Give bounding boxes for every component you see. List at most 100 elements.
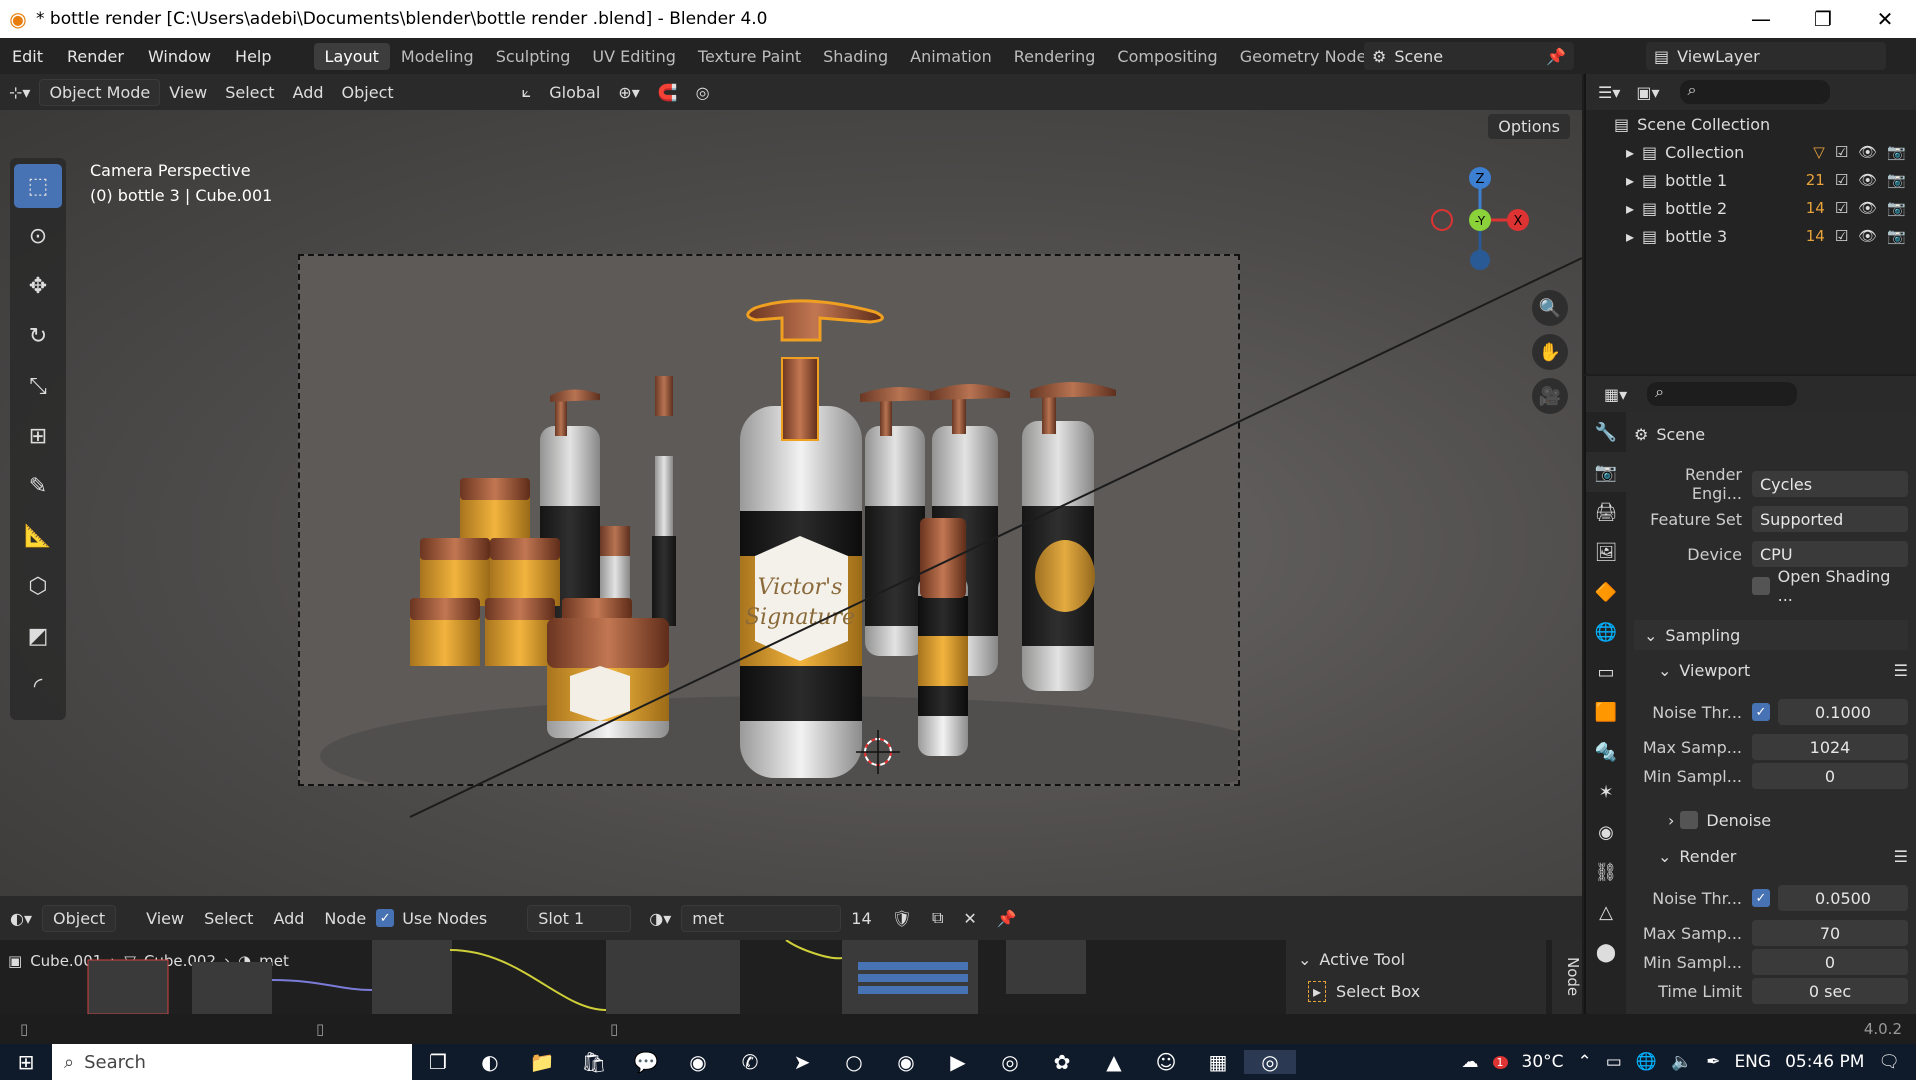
- whatsapp-icon[interactable]: ✆: [724, 1050, 776, 1074]
- properties-editor-icon[interactable]: ▦▾: [1604, 385, 1627, 404]
- tab-modeling[interactable]: Modeling: [390, 43, 485, 70]
- chat-icon[interactable]: 💬: [620, 1050, 672, 1074]
- discord-icon[interactable]: ☺: [1140, 1050, 1192, 1074]
- taskbar-search[interactable]: ⌕ Search: [52, 1044, 412, 1080]
- paint-icon[interactable]: ✿: [1036, 1050, 1088, 1074]
- pan-hand-icon[interactable]: ✋: [1532, 334, 1568, 370]
- constraints-tab-icon[interactable]: ⛓: [1586, 852, 1626, 892]
- duplicate-material-icon[interactable]: ⧉: [922, 905, 953, 931]
- telegram-icon[interactable]: ➤: [776, 1050, 828, 1074]
- device-dropdown[interactable]: CPU: [1752, 541, 1908, 567]
- time-limit-field[interactable]: 0 sec: [1752, 978, 1908, 1004]
- render-subsection[interactable]: ⌄ Render ☰: [1634, 842, 1908, 870]
- particles-tab-icon[interactable]: ✶: [1586, 772, 1626, 812]
- world-tab-icon[interactable]: 🌐: [1586, 612, 1626, 652]
- render-engine-dropdown[interactable]: Cycles: [1752, 471, 1908, 497]
- denoise-checkbox[interactable]: [1680, 811, 1699, 829]
- navigation-gizmo[interactable]: Z X -Y: [1420, 160, 1540, 280]
- exclude-checkbox[interactable]: ☑: [1835, 171, 1848, 189]
- visibility-eye-icon[interactable]: 👁: [1858, 143, 1877, 161]
- blender-active-icon[interactable]: ◎: [1244, 1050, 1296, 1074]
- select-menu[interactable]: Select: [216, 80, 283, 105]
- proportional-icon[interactable]: ◎: [687, 80, 719, 105]
- zoom-icon[interactable]: 🔍: [1532, 290, 1568, 326]
- node-add-menu[interactable]: Add: [263, 906, 314, 931]
- expand-arrow-icon[interactable]: ▸: [1626, 199, 1634, 218]
- unlink-material-icon[interactable]: ✕: [953, 906, 986, 931]
- material-tab-icon[interactable]: ⬤: [1586, 932, 1626, 972]
- edge-icon[interactable]: ◐: [464, 1050, 516, 1074]
- physics-tab-icon[interactable]: ◉: [1586, 812, 1626, 852]
- outliner-scene-collection[interactable]: ▤ Scene Collection: [1586, 110, 1916, 138]
- battery-icon[interactable]: ▭: [1606, 1052, 1622, 1072]
- tool-tab-icon[interactable]: 🔧: [1586, 412, 1626, 452]
- volume-icon[interactable]: 🔈: [1671, 1052, 1692, 1072]
- tab-animation[interactable]: Animation: [899, 43, 1003, 70]
- mode-dropdown[interactable]: Object Mode: [39, 78, 161, 106]
- fake-user-shield-icon[interactable]: 🛡: [882, 906, 922, 931]
- exclude-checkbox[interactable]: ☑: [1835, 227, 1848, 245]
- outliner-editor-icon[interactable]: ☰▾: [1598, 83, 1620, 102]
- render-camera-icon[interactable]: 📷: [1887, 199, 1906, 217]
- opera-icon[interactable]: ○: [828, 1050, 880, 1074]
- sampling-section[interactable]: ⌄ Sampling: [1634, 620, 1908, 650]
- render-camera-icon[interactable]: 📷: [1887, 171, 1906, 189]
- material-name-field[interactable]: met: [681, 904, 842, 932]
- language-label[interactable]: ENG: [1734, 1052, 1771, 1072]
- tab-layout[interactable]: Layout: [313, 42, 390, 70]
- vp-min-field[interactable]: 0: [1752, 763, 1908, 789]
- slot-dropdown[interactable]: Slot 1: [527, 904, 632, 932]
- weather-cloud-icon[interactable]: ☁: [1462, 1052, 1479, 1072]
- visibility-eye-icon[interactable]: 👁: [1858, 171, 1877, 189]
- tab-shading[interactable]: Shading: [812, 43, 899, 70]
- tab-geometry-nodes[interactable]: Geometry Nodes: [1229, 43, 1386, 70]
- pivot-icon[interactable]: ⊕▾: [609, 80, 648, 105]
- expand-arrow-icon[interactable]: ▸: [1626, 227, 1634, 246]
- vp-max-field[interactable]: 1024: [1752, 734, 1908, 760]
- active-tool-header[interactable]: ⌄ Active Tool: [1286, 940, 1546, 979]
- visibility-eye-icon[interactable]: 👁: [1858, 199, 1877, 217]
- task-view-icon[interactable]: ❐: [412, 1050, 464, 1074]
- blender-app-icon[interactable]: ◎: [984, 1050, 1036, 1074]
- view-menu[interactable]: View: [160, 80, 216, 105]
- exclude-checkbox[interactable]: ☑: [1835, 143, 1848, 161]
- scene-tab-icon[interactable]: 🔶: [1586, 572, 1626, 612]
- render-camera-icon[interactable]: 📷: [1887, 143, 1906, 161]
- node-view-menu[interactable]: View: [136, 906, 194, 931]
- outliner-item-bottle-1[interactable]: ▸ ▤ bottle 1 21 ☑ 👁 📷: [1586, 166, 1916, 194]
- scene-selector[interactable]: ⚙ Scene 📌: [1364, 42, 1574, 70]
- pin-node-icon[interactable]: 📌: [987, 906, 1027, 931]
- app-grid-icon[interactable]: ▦: [1192, 1050, 1244, 1074]
- node-editor-type-icon[interactable]: ◐▾: [0, 906, 42, 931]
- orientation-dropdown[interactable]: Global: [540, 80, 609, 105]
- editor-type-icon[interactable]: ⊹▾: [0, 80, 39, 105]
- camera-view-icon[interactable]: 🎥: [1532, 378, 1568, 414]
- expand-arrow-icon[interactable]: ▸: [1626, 171, 1634, 190]
- object-menu[interactable]: Object: [333, 80, 403, 105]
- snap-icon[interactable]: 🧲: [649, 80, 687, 105]
- modifier-tab-icon[interactable]: 🔩: [1586, 732, 1626, 772]
- expand-arrow-icon[interactable]: ▸: [1626, 143, 1634, 162]
- denoise-row[interactable]: › Denoise: [1634, 806, 1908, 834]
- render-camera-icon[interactable]: 📷: [1887, 227, 1906, 245]
- tab-compositing[interactable]: Compositing: [1106, 43, 1228, 70]
- menu-window[interactable]: Window: [136, 47, 223, 66]
- pen-icon[interactable]: ✒: [1706, 1052, 1720, 1072]
- list-icon[interactable]: ☰: [1894, 661, 1908, 680]
- vlc-icon[interactable]: ▲: [1088, 1050, 1140, 1074]
- maximize-button[interactable]: ❐: [1792, 0, 1854, 38]
- feature-set-dropdown[interactable]: Supported: [1752, 506, 1908, 532]
- node-node-menu[interactable]: Node: [314, 906, 376, 931]
- node-object-dropdown[interactable]: Object: [42, 904, 117, 932]
- network-icon[interactable]: 🌐: [1636, 1052, 1657, 1072]
- open-shading-checkbox[interactable]: [1752, 577, 1770, 595]
- display-mode-icon[interactable]: ▣▾: [1636, 83, 1659, 102]
- r-min-field[interactable]: 0: [1752, 949, 1908, 975]
- list-icon[interactable]: ☰: [1894, 847, 1908, 866]
- visibility-eye-icon[interactable]: 👁: [1858, 227, 1877, 245]
- exclude-checkbox[interactable]: ☑: [1835, 199, 1848, 217]
- vp-noise-checkbox[interactable]: ✓: [1752, 703, 1770, 721]
- temperature-label[interactable]: 30°C: [1522, 1052, 1564, 1072]
- tab-texture-paint[interactable]: Texture Paint: [687, 43, 812, 70]
- outliner-search-icon[interactable]: ⌕: [1679, 80, 1830, 104]
